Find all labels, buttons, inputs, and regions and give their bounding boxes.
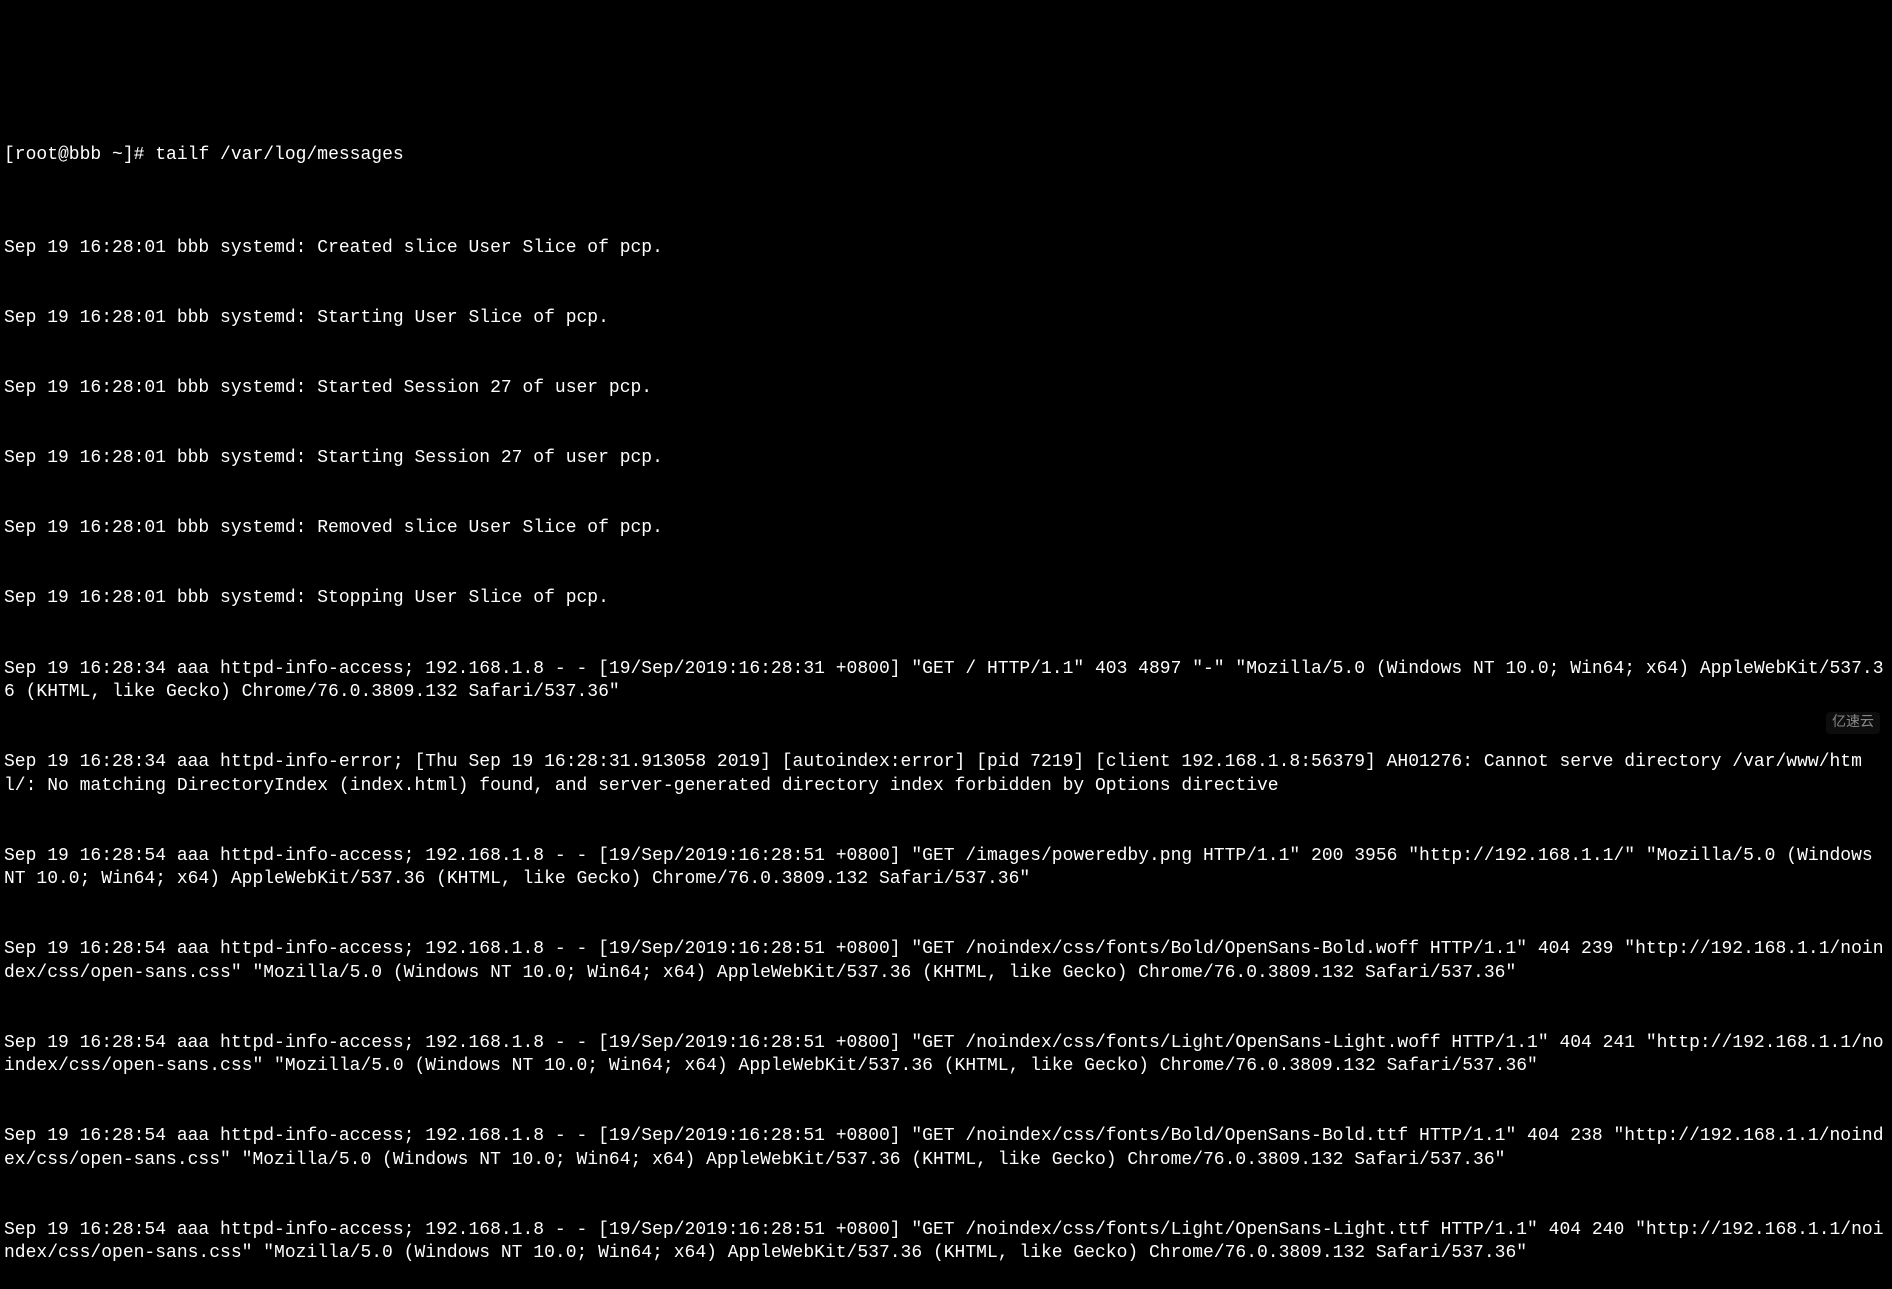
log-line: Sep 19 16:28:01 bbb systemd: Starting Us…	[4, 307, 1888, 330]
log-line: Sep 19 16:28:54 aaa httpd-info-access; 1…	[4, 845, 1888, 892]
terminal-output[interactable]: [root@bbb ~]# tailf /var/log/messages Se…	[4, 98, 1888, 832]
log-line: Sep 19 16:28:01 bbb systemd: Created sli…	[4, 237, 1888, 260]
log-line: Sep 19 16:28:01 bbb systemd: Starting Se…	[4, 447, 1888, 470]
log-line: Sep 19 16:28:54 aaa httpd-info-access; 1…	[4, 1125, 1888, 1172]
log-line: Sep 19 16:28:01 bbb systemd: Stopping Us…	[4, 587, 1888, 610]
log-line: Sep 19 16:28:01 bbb systemd: Started Ses…	[4, 377, 1888, 400]
command-text: tailf /var/log/messages	[155, 145, 403, 165]
log-line: Sep 19 16:28:34 aaa httpd-info-error; [T…	[4, 751, 1888, 798]
command-prompt-line: [root@bbb ~]# tailf /var/log/messages	[4, 144, 1888, 167]
log-line: Sep 19 16:28:54 aaa httpd-info-access; 1…	[4, 938, 1888, 985]
log-line: Sep 19 16:28:01 bbb systemd: Removed sli…	[4, 517, 1888, 540]
watermark-badge: 亿速云	[1826, 712, 1880, 734]
log-line: Sep 19 16:28:34 aaa httpd-info-access; 1…	[4, 658, 1888, 705]
log-line: Sep 19 16:28:54 aaa httpd-info-access; 1…	[4, 1219, 1888, 1266]
shell-prompt: [root@bbb ~]#	[4, 145, 155, 165]
log-line: Sep 19 16:28:54 aaa httpd-info-access; 1…	[4, 1032, 1888, 1079]
